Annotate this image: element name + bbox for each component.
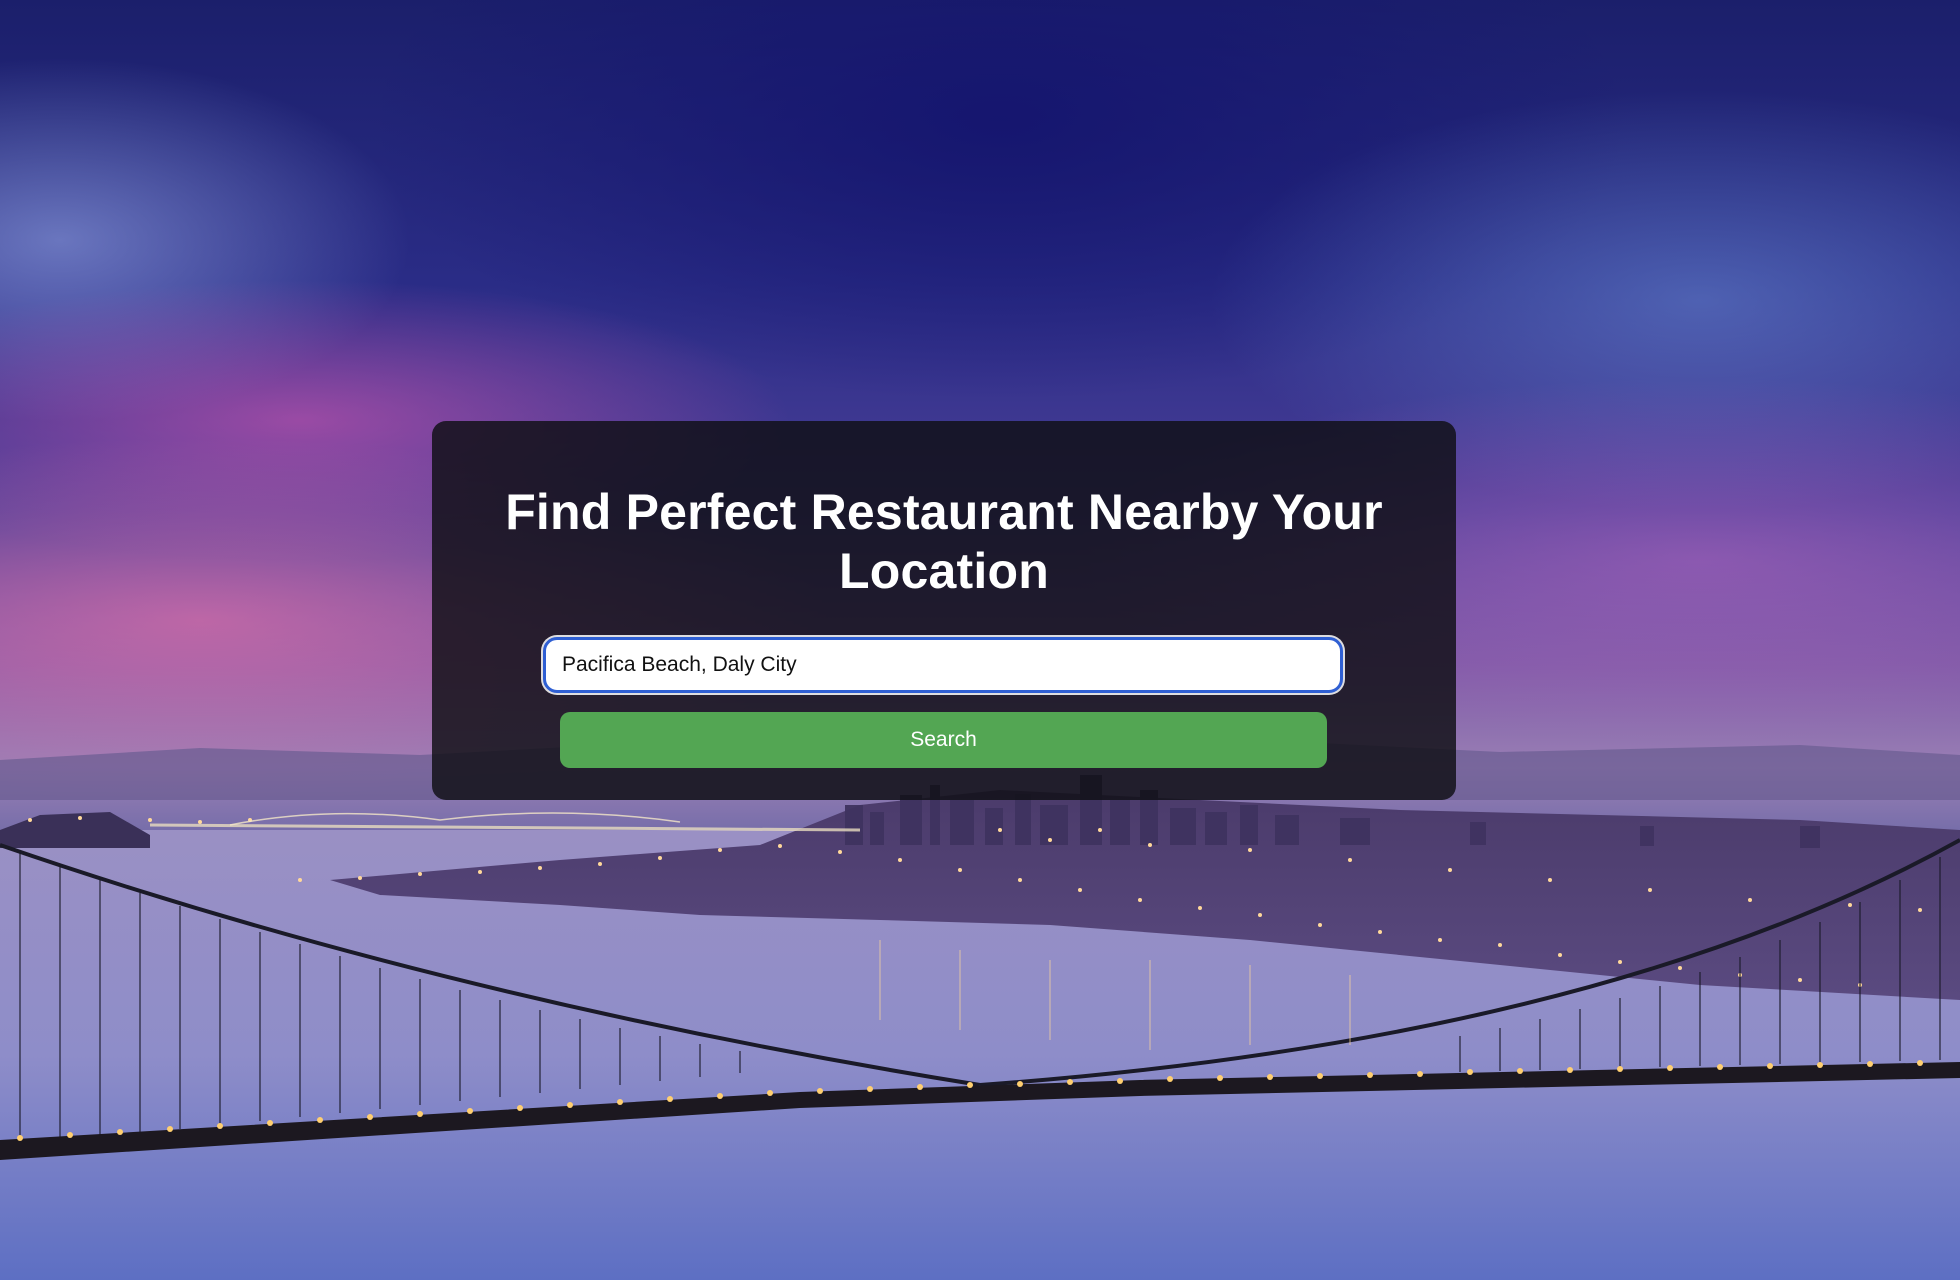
- search-card: Find Perfect Restaurant Nearby Your Loca…: [432, 421, 1456, 800]
- page-background: Find Perfect Restaurant Nearby Your Loca…: [0, 0, 1960, 1280]
- location-search-input[interactable]: [543, 637, 1343, 693]
- search-button[interactable]: Search: [560, 712, 1327, 768]
- page-title: Find Perfect Restaurant Nearby Your Loca…: [505, 484, 1383, 599]
